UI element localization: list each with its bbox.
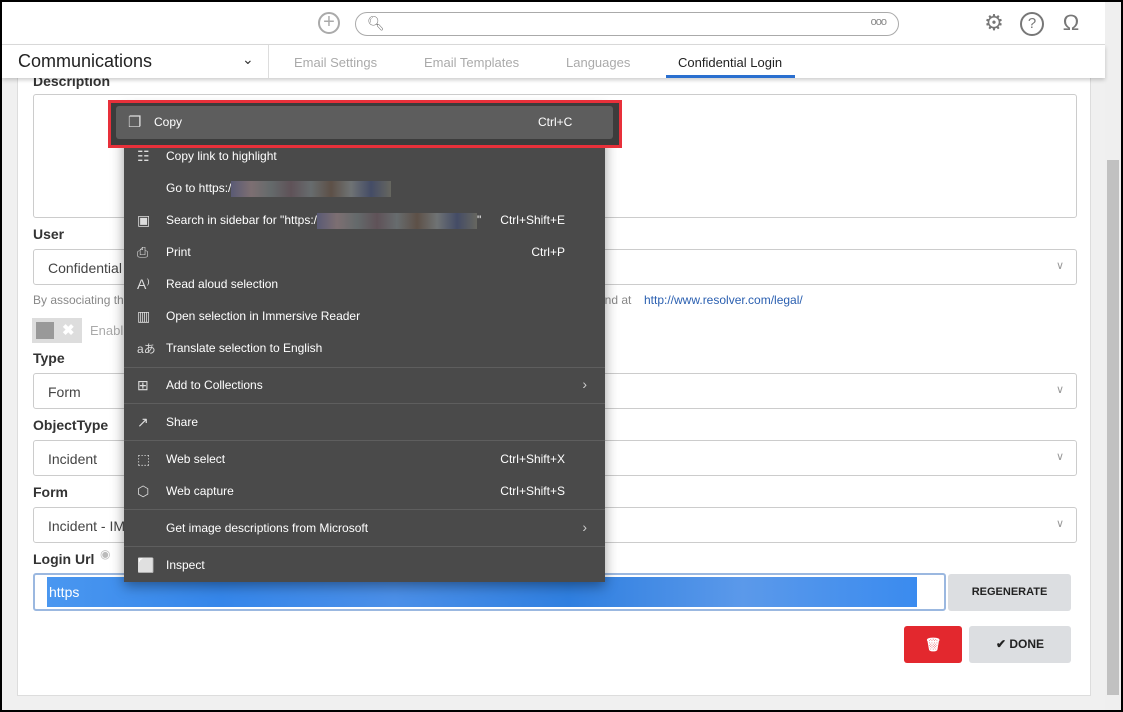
module-title: Communications	[18, 51, 153, 71]
divider	[268, 45, 269, 78]
gear-icon[interactable]: ⚙	[982, 12, 1006, 36]
menu-item-translate[interactable]: aあ Translate selection to English	[124, 333, 605, 363]
trash-icon: 🗑︎	[924, 637, 942, 652]
eye-icon[interactable]: ◉	[100, 547, 110, 561]
regenerate-button[interactable]: REGENERATE	[948, 574, 1071, 611]
menu-item-add-collections[interactable]: ⊞ Add to Collections ›	[124, 370, 605, 400]
active-tab-indicator	[666, 75, 795, 78]
help-icon[interactable]: ?	[1020, 12, 1044, 36]
scrollbar[interactable]	[1105, 2, 1121, 710]
top-bar: + 🔍︎ ooo ⚙ ? Ω	[2, 2, 1105, 45]
menu-item-image-descriptions[interactable]: Get image descriptions from Microsoft ›	[124, 513, 605, 543]
menu-item-print[interactable]: ⎙ Print Ctrl+P	[124, 237, 605, 267]
plus-circle-icon[interactable]: +	[318, 12, 340, 34]
user-label: User	[33, 226, 65, 242]
legal-link[interactable]: http://www.resolver.com/legal/	[644, 293, 803, 307]
tab-email-templates[interactable]: Email Templates	[424, 55, 519, 70]
redacted-url	[231, 181, 392, 197]
objecttype-label: ObjectType	[33, 417, 109, 433]
tab-languages[interactable]: Languages	[566, 55, 630, 70]
redacted-url	[317, 213, 478, 229]
menu-separator	[124, 403, 605, 404]
search-input[interactable]: 🔍︎ ooo	[355, 12, 899, 36]
scrollbar-thumb[interactable]	[1107, 160, 1119, 695]
immersive-reader-icon: ▥	[137, 308, 151, 324]
menu-item-web-select[interactable]: ⬚ Web select Ctrl+Shift+X	[124, 444, 605, 474]
tab-confidential-login[interactable]: Confidential Login	[678, 55, 782, 70]
inspect-icon: ⬜	[137, 557, 155, 573]
chevron-right-icon: ›	[582, 519, 587, 535]
help-text: By associating th	[33, 293, 124, 307]
login-url-label: Login Url	[33, 551, 95, 567]
chevron-down-icon: ∨	[1055, 384, 1064, 396]
menu-separator	[124, 367, 605, 368]
chevron-down-icon[interactable]: ⌄	[242, 51, 254, 68]
copy-icon: ❐	[128, 114, 142, 131]
read-aloud-icon: A⁾	[137, 276, 150, 292]
copy-link-icon: ☷	[137, 148, 150, 164]
form-label: Form	[33, 484, 68, 500]
tabs-bar: Communications ⌄ Email Settings Email Te…	[2, 45, 1105, 78]
menu-separator	[124, 509, 605, 510]
copy-highlight-outline: ❐ Copy Ctrl+C	[108, 100, 622, 148]
chevron-down-icon: ∨	[1055, 260, 1064, 272]
close-icon: ✖	[62, 322, 75, 339]
menu-item-search-sidebar[interactable]: ▣ Search in sidebar for "https:/" Ctrl+Shi…	[124, 205, 605, 235]
menu-separator	[124, 546, 605, 547]
menu-item-read-aloud[interactable]: A⁾ Read aloud selection	[124, 269, 605, 299]
menu-separator	[124, 440, 605, 441]
delete-button[interactable]: 🗑︎	[904, 626, 962, 663]
check-icon: ✔	[995, 637, 1007, 651]
translate-icon: aあ	[137, 342, 156, 356]
share-icon: ↗	[137, 414, 149, 430]
menu-item-inspect[interactable]: ⬜ Inspect	[124, 550, 605, 580]
menu-item-go-to[interactable]: Go to https:/	[124, 173, 605, 203]
web-select-icon: ⬚	[137, 451, 151, 467]
user-icon[interactable]: Ω	[1059, 12, 1083, 36]
menu-item-web-capture[interactable]: ⬡ Web capture Ctrl+Shift+S	[124, 476, 605, 506]
enable-label: Enabl	[90, 323, 124, 338]
web-capture-icon: ⬡	[137, 483, 150, 499]
context-menu: ☷ Copy link to highlight Go to https:/ ▣ S…	[124, 105, 605, 582]
search-icon: 🔍︎	[367, 15, 385, 31]
menu-item-share[interactable]: ↗ Share	[124, 407, 605, 437]
chevron-right-icon: ›	[582, 376, 587, 392]
chevron-down-icon: ∨	[1055, 451, 1064, 463]
menu-item-immersive-reader[interactable]: ▥ Open selection in Immersive Reader	[124, 301, 605, 331]
type-label: Type	[33, 350, 65, 366]
chevron-down-icon: ∨	[1055, 518, 1064, 530]
menu-item-copy[interactable]: ❐ Copy Ctrl+C	[116, 106, 613, 139]
more-icon[interactable]: ooo	[871, 16, 887, 28]
tab-email-settings[interactable]: Email Settings	[294, 55, 377, 70]
done-button[interactable]: ✔ DONE	[969, 626, 1071, 663]
enable-toggle[interactable]: ✖	[32, 318, 82, 343]
sidebar-search-icon: ▣	[137, 212, 151, 228]
print-icon: ⎙	[137, 244, 149, 260]
collections-icon: ⊞	[137, 377, 149, 393]
